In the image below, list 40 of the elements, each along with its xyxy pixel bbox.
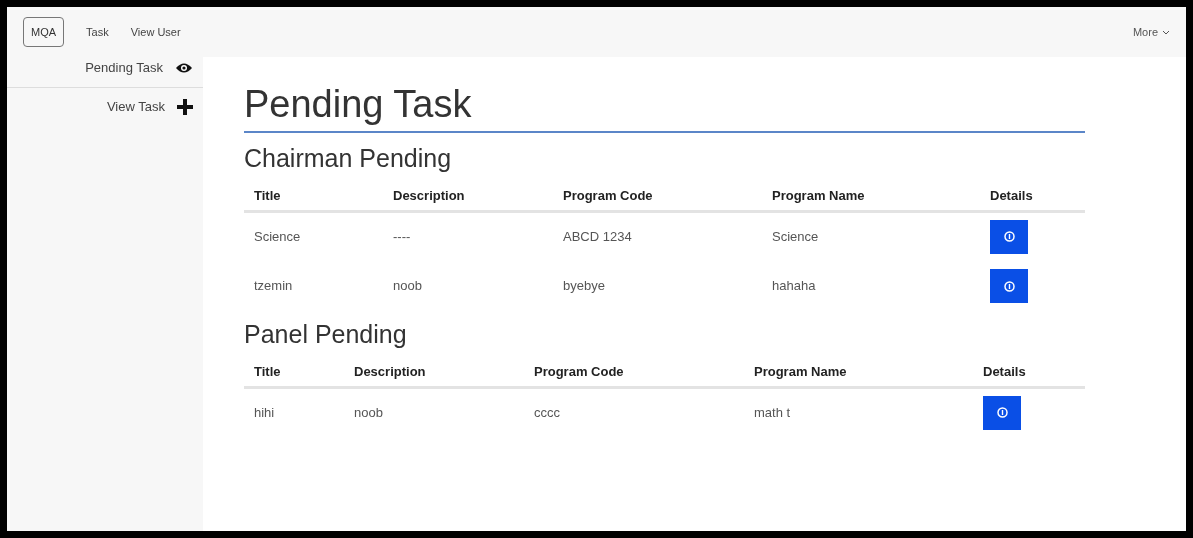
table-cell: noob xyxy=(344,387,524,437)
table-cell: hihi xyxy=(244,387,344,437)
brand-link[interactable]: MQA xyxy=(23,16,65,48)
plus-icon xyxy=(177,99,193,115)
info-icon xyxy=(1003,280,1015,292)
column-header: Title xyxy=(244,181,383,211)
sidebar-item[interactable]: View Task xyxy=(7,88,203,126)
page-title: Pending Task xyxy=(244,79,1085,133)
table-cell-text: hahaha xyxy=(771,277,817,296)
more-dropdown[interactable]: More xyxy=(1132,23,1170,41)
info-icon xyxy=(996,407,1008,419)
column-header: Program Name xyxy=(744,357,973,387)
details-button[interactable] xyxy=(990,219,1028,254)
column-header: Details xyxy=(973,357,1085,387)
table-cell-text: noob xyxy=(392,277,423,296)
table-cell: math t xyxy=(744,387,973,437)
table-cell: ABCD 1234 xyxy=(553,211,762,261)
sidebar-item[interactable]: Pending Task xyxy=(7,49,203,88)
section-title: Chairman Pending xyxy=(244,143,453,174)
details-button[interactable] xyxy=(990,269,1028,303)
column-header: Program Code xyxy=(524,357,744,387)
column-header: Details xyxy=(980,181,1085,211)
table-cell-text: tzemin xyxy=(253,277,294,296)
details-button[interactable] xyxy=(983,395,1021,430)
section-title: Panel Pending xyxy=(244,319,408,350)
table-cell-text: byebye xyxy=(562,277,606,296)
table-cell: ---- xyxy=(383,211,553,261)
table-cell: Science xyxy=(244,211,383,261)
table-cell: Science xyxy=(762,211,980,261)
nav-link[interactable]: Task xyxy=(86,23,109,41)
eye-icon xyxy=(175,62,193,74)
column-header: Program Code xyxy=(553,181,762,211)
column-header: Title xyxy=(244,357,344,387)
chevron-down-icon xyxy=(1162,29,1170,35)
table-cell: cccc xyxy=(524,387,744,437)
nav-link[interactable]: View User xyxy=(130,23,181,41)
column-header: Program Name xyxy=(762,181,980,211)
column-header: Description xyxy=(383,181,553,211)
column-header: Description xyxy=(344,357,524,387)
info-icon xyxy=(1003,231,1015,243)
